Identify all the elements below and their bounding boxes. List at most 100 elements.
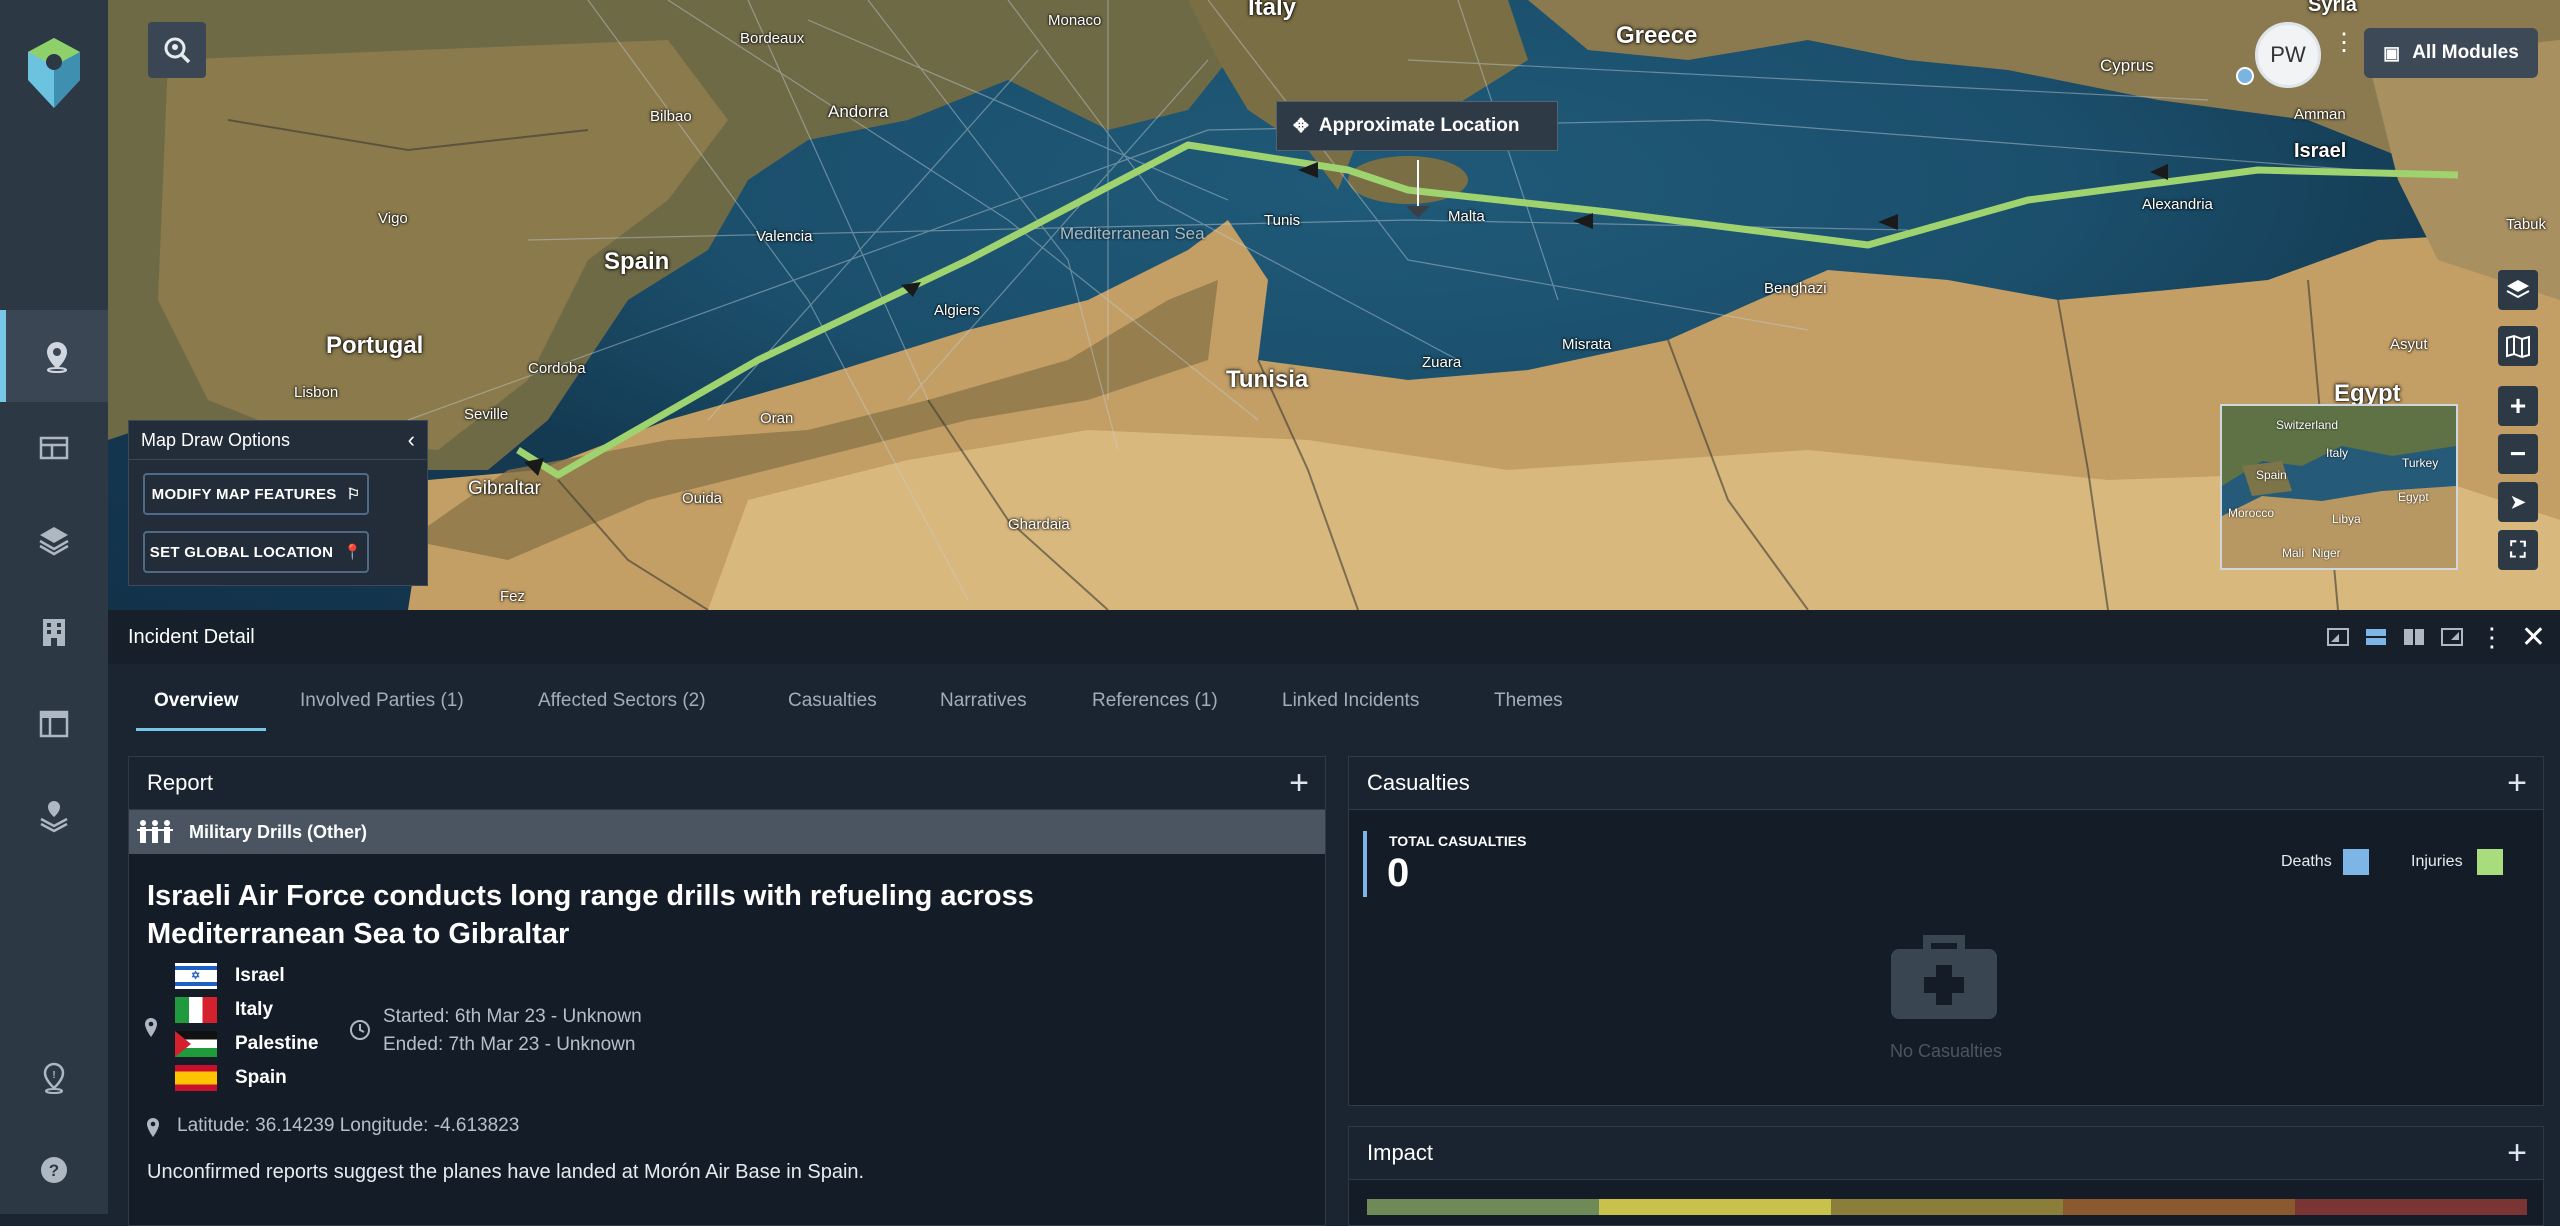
report-title: Report [147, 770, 214, 795]
sidebar-item-location-marker[interactable]: ! [0, 1032, 108, 1124]
compass-button[interactable]: ➤ [2498, 482, 2538, 522]
incident-category: Military Drills (Other) [189, 821, 368, 842]
casualties-title: Casualties [1367, 770, 1470, 795]
map-view[interactable]: Italy Greece Syria Spain Portugal Tunisi… [108, 0, 2560, 610]
basemap-button[interactable] [2498, 326, 2538, 366]
map-search-icon [164, 37, 191, 64]
country-name: Israel [235, 965, 285, 986]
modify-map-features-label: MODIFY MAP FEATURES [151, 485, 337, 503]
country-spain: Spain [175, 1065, 287, 1091]
map-search-button[interactable] [148, 22, 206, 78]
set-global-location-button[interactable]: SET GLOBAL LOCATION 📍 [143, 531, 369, 573]
minimap-label: Morocco [2228, 506, 2275, 520]
building-icon [43, 619, 65, 646]
incident-category-bar: Military Drills (Other) [129, 810, 1325, 854]
map-label-cyprus: Cyprus [2100, 56, 2154, 75]
map-draw-options-title: Map Draw Options [141, 429, 291, 450]
plus-icon: + [2509, 390, 2527, 421]
minimap-terrain [2222, 406, 2456, 568]
table-icon [39, 436, 69, 460]
impact-scale-segment [1831, 1199, 2063, 1215]
map-label-city: Benghazi [1764, 280, 1827, 297]
legend-deaths-label: Deaths [2281, 853, 2332, 870]
incident-detail-header: Incident Detail ⋮ ✕ [108, 610, 2560, 664]
map-label-city: Asyut [2390, 336, 2428, 353]
sidebar-item-map[interactable] [0, 310, 108, 402]
total-casualties-accent [1363, 831, 1367, 897]
map-label-city: Cordoba [528, 360, 586, 377]
zoom-in-button[interactable]: + [2498, 386, 2538, 426]
tab-overview[interactable]: Overview [154, 690, 239, 712]
add-report-icon[interactable]: + [1289, 766, 1309, 800]
minimap-label: Switzerland [2276, 418, 2339, 432]
all-modules-button[interactable]: ▣ All Modules [2364, 28, 2538, 78]
collapse-chevron-icon[interactable]: ‹ [408, 427, 415, 453]
map-label-city: Andorra [828, 102, 889, 121]
minimap-label: Mali [2282, 546, 2305, 560]
country-name: Italy [235, 999, 274, 1020]
map-label-portugal: Portugal [326, 332, 424, 359]
tab-involved-parties[interactable]: Involved Parties (1) [300, 690, 464, 712]
impact-card: Impact + [1348, 1126, 2544, 1226]
svg-text:?: ? [49, 1161, 59, 1180]
tab-casualties[interactable]: Casualties [788, 690, 877, 712]
fullscreen-button[interactable]: ⛶ [2498, 530, 2538, 570]
map-draw-options-panel: Map Draw Options ‹ MODIFY MAP FEATURES ⚐… [128, 420, 428, 586]
close-icon[interactable]: ✕ [2521, 620, 2546, 655]
incident-tabs: Overview Involved Parties (1) Affected S… [108, 664, 2560, 740]
map-label-city: Ouida [682, 490, 723, 507]
collapse-panel-icon[interactable] [2326, 628, 2349, 646]
impact-scale-segment [2295, 1199, 2527, 1215]
map-label-city: Zuara [1422, 354, 1462, 371]
sidebar-item-stacked-locations[interactable] [0, 770, 108, 862]
split-horizontal-icon[interactable] [2365, 628, 2387, 646]
spain-flag-icon [175, 1065, 217, 1091]
map-label-city: Lisbon [294, 384, 339, 401]
report-card-header: Report + [129, 757, 1325, 810]
zoom-out-button[interactable]: − [2498, 434, 2538, 474]
impact-scale-segment [2063, 1199, 2295, 1215]
set-global-location-label: SET GLOBAL LOCATION [149, 543, 334, 561]
approximate-location-popup[interactable]: ✥ Approximate Location [1276, 101, 1558, 151]
italy-flag-icon [175, 997, 217, 1023]
add-casualties-icon[interactable]: + [2507, 766, 2527, 800]
casualties-card-header: Casualties + [1349, 757, 2543, 810]
stacked-pin-icon [40, 801, 68, 833]
map-label-syria: Syria [2308, 0, 2357, 16]
user-avatar[interactable]: PW [2255, 22, 2321, 88]
map-terrain [108, 0, 2560, 610]
map-label-sea: Mediterranean Sea [1060, 224, 1205, 243]
tab-references[interactable]: References (1) [1092, 690, 1218, 712]
modify-map-features-button[interactable]: MODIFY MAP FEATURES ⚐ [143, 473, 369, 515]
minimap-label: Libya [2332, 512, 2361, 526]
incident-summary: Unconfirmed reports suggest the planes h… [147, 1161, 865, 1183]
map-label-city: Vigo [378, 210, 408, 227]
minimap-label: Egypt [2398, 490, 2429, 504]
tab-narratives[interactable]: Narratives [940, 690, 1027, 712]
coordinates-pin-icon [147, 1118, 159, 1137]
avatar-menu-dots-icon[interactable]: ⋮ [2332, 31, 2356, 55]
headline-line-2: Mediterranean Sea to Gibraltar [147, 918, 570, 950]
overview-minimap[interactable]: Switzerland Italy Spain Morocco Libya Ma… [2220, 404, 2458, 570]
sidebar-item-help[interactable]: ? [0, 1124, 108, 1216]
app-logo[interactable] [24, 36, 84, 110]
expand-panel-icon[interactable] [2440, 628, 2463, 646]
map-label-city: Malta [1448, 208, 1485, 225]
country-name: Palestine [235, 1033, 319, 1054]
sidebar-item-table[interactable] [0, 402, 108, 494]
map-pin-icon [47, 342, 67, 373]
layers-toggle-button[interactable] [2498, 270, 2538, 310]
more-options-icon[interactable]: ⋮ [2479, 624, 2505, 650]
sidebar-item-buildings[interactable] [0, 586, 108, 678]
map-label-greece: Greece [1616, 22, 1698, 49]
sidebar-item-layout[interactable] [0, 678, 108, 770]
tab-themes[interactable]: Themes [1494, 690, 1563, 712]
minimap-label: Turkey [2402, 456, 2439, 470]
svg-text:!: ! [52, 1070, 55, 1081]
tab-affected-sectors[interactable]: Affected Sectors (2) [538, 690, 706, 712]
add-impact-icon[interactable]: + [2507, 1136, 2527, 1170]
sidebar-item-layers[interactable] [0, 494, 108, 586]
tab-linked-incidents[interactable]: Linked Incidents [1282, 690, 1419, 712]
sidebar: ! ? [0, 0, 108, 1214]
split-vertical-icon[interactable] [2403, 628, 2425, 646]
